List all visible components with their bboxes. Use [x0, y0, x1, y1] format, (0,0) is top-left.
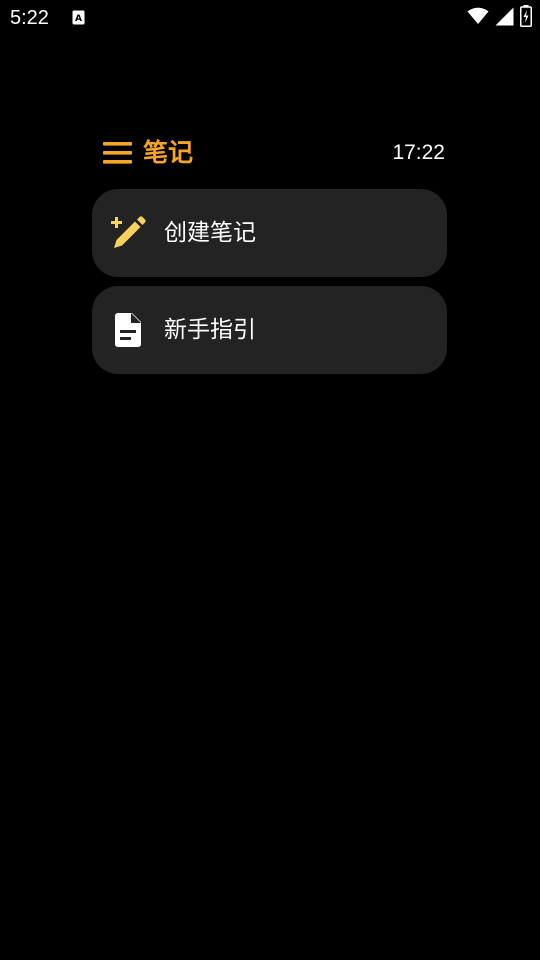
- status-bar: 5:22 A: [0, 0, 540, 36]
- magic-pencil-icon: [111, 215, 147, 251]
- beginner-guide-label: 新手指引: [164, 317, 256, 343]
- hamburger-menu-icon[interactable]: [103, 142, 132, 164]
- svg-text:A: A: [75, 14, 82, 24]
- document-icon: [111, 312, 147, 348]
- beginner-guide-button[interactable]: 新手指引: [92, 286, 447, 374]
- create-note-button[interactable]: 创建笔记: [92, 189, 447, 277]
- battery-charging-icon: [520, 5, 532, 31]
- create-note-label: 创建笔记: [164, 220, 256, 246]
- autofill-a-icon: A: [72, 10, 85, 25]
- signal-icon: [495, 7, 514, 30]
- page-title: 笔记: [143, 138, 194, 167]
- header: 笔记 17:22: [103, 134, 445, 172]
- clock-text: 17:22: [392, 141, 445, 164]
- status-time: 5:22: [10, 7, 49, 29]
- status-icons: [467, 5, 532, 31]
- wifi-icon: [467, 7, 489, 29]
